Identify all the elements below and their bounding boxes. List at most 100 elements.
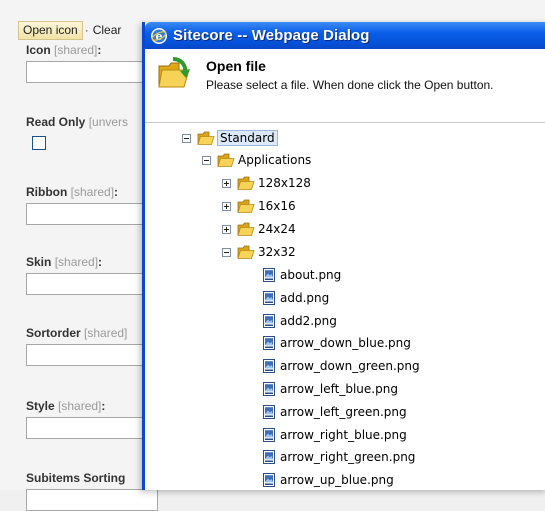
- icon-field-toolbar: Open icon · Clear: [18, 20, 121, 40]
- webpage-dialog: e Sitecore -- Webpage Dialog Open file P…: [142, 22, 545, 490]
- field-label: Read Only [unvers: [26, 115, 128, 129]
- image-file-icon: [263, 313, 275, 328]
- field-scope: [shared]: [70, 185, 115, 199]
- field-name: Sortorder: [26, 326, 81, 340]
- tree-node-label[interactable]: 24x24: [258, 222, 296, 236]
- image-file-icon: [263, 450, 275, 465]
- field-colon: :: [98, 255, 103, 269]
- tree-node-file[interactable]: arrow_down_blue.png: [262, 333, 411, 353]
- field-scope: [unvers: [88, 115, 129, 129]
- image-file-icon: [263, 336, 275, 351]
- tree-node-folder[interactable]: 16x16: [222, 196, 296, 216]
- field-input[interactable]: [26, 344, 158, 366]
- field-name: Style: [26, 399, 55, 413]
- tree-node-file[interactable]: arrow_left_green.png: [262, 402, 407, 422]
- tree-node-applications[interactable]: Applications: [202, 150, 311, 170]
- dialog-heading: Open file: [206, 58, 266, 74]
- read-only-checkbox[interactable]: [32, 136, 46, 150]
- open-folder-icon: [157, 57, 191, 91]
- file-name[interactable]: arrow_up_blue.png: [280, 473, 394, 487]
- image-file-icon: [263, 290, 275, 305]
- dialog-instructions: Please select a file. When done click th…: [206, 78, 494, 92]
- tree-node-folder[interactable]: 128x128: [222, 173, 311, 193]
- field-input[interactable]: [26, 273, 158, 295]
- tree-node-label[interactable]: 128x128: [258, 176, 311, 190]
- file-name[interactable]: add.png: [280, 291, 329, 305]
- collapse-toggle[interactable]: [202, 155, 211, 165]
- tree-node-file[interactable]: add.png: [262, 288, 329, 308]
- field-colon: :: [114, 185, 119, 199]
- folder-icon: [237, 199, 255, 213]
- image-file-icon: [263, 359, 275, 374]
- image-file-icon: [263, 473, 275, 488]
- file-name[interactable]: add2.png: [280, 314, 337, 328]
- tree-node-file[interactable]: arrow_right_blue.png: [262, 425, 407, 445]
- tree-node-file[interactable]: arrow_up_blue.png: [262, 470, 394, 490]
- field-colon: :: [101, 399, 106, 413]
- file-name[interactable]: arrow_down_green.png: [280, 359, 420, 373]
- open-icon-button[interactable]: Open icon: [18, 20, 83, 40]
- dialog-title: Sitecore -- Webpage Dialog: [173, 27, 370, 44]
- tree-node-folder[interactable]: 32x32: [222, 242, 296, 262]
- editor-field: Style [shared]:: [26, 399, 158, 439]
- collapse-toggle[interactable]: [222, 247, 231, 257]
- tree-node-file[interactable]: arrow_left_blue.png: [262, 379, 398, 399]
- field-input[interactable]: [26, 417, 158, 439]
- field-name: Icon: [26, 43, 51, 57]
- field-input[interactable]: [26, 61, 158, 83]
- image-file-icon: [263, 404, 275, 419]
- image-file-icon: [263, 268, 275, 282]
- file-name[interactable]: arrow_right_blue.png: [280, 428, 407, 442]
- file-name[interactable]: about.png: [280, 268, 341, 282]
- editor-field: Icon [shared]:: [26, 43, 158, 83]
- editor-field: Read Only [unvers: [26, 115, 128, 150]
- field-label: Skin [shared]:: [26, 255, 102, 269]
- field-label: Icon [shared]:: [26, 43, 101, 57]
- tree-node-file[interactable]: arrow_down_green.png: [262, 356, 420, 376]
- tree-node-file[interactable]: arrow_right_green.png: [262, 447, 415, 467]
- tree-node-label[interactable]: 32x32: [258, 245, 296, 259]
- field-input[interactable]: [26, 489, 158, 511]
- field-name: Ribbon: [26, 185, 68, 199]
- field-label: Ribbon [shared]:: [26, 185, 118, 199]
- field-label: Subitems Sorting: [26, 471, 125, 485]
- file-name[interactable]: arrow_left_green.png: [280, 405, 407, 419]
- image-file-icon: [263, 427, 275, 442]
- editor-field: Skin [shared]:: [26, 255, 158, 295]
- field-scope: [shared]: [54, 43, 98, 57]
- folder-icon: [237, 222, 255, 236]
- clear-button[interactable]: Clear: [93, 23, 122, 37]
- folder-icon: [237, 176, 255, 190]
- editor-field: Ribbon [shared]:: [26, 185, 158, 225]
- tree-node-label[interactable]: 16x16: [258, 199, 296, 213]
- expand-toggle[interactable]: [222, 224, 231, 234]
- field-label: Sortorder [shared]: [26, 326, 127, 340]
- tree-node-file[interactable]: about.png: [262, 265, 341, 285]
- tree-node-label[interactable]: Standard: [217, 130, 278, 146]
- field-name: Read Only: [26, 115, 86, 129]
- field-input[interactable]: [26, 203, 158, 225]
- image-file-icon: [263, 382, 275, 396]
- tree-node-folder[interactable]: 24x24: [222, 219, 296, 239]
- folder-icon: [217, 153, 235, 167]
- tree-node-file[interactable]: add2.png: [262, 311, 337, 331]
- file-name[interactable]: arrow_left_blue.png: [280, 382, 398, 396]
- field-name: Subitems Sorting: [26, 471, 126, 485]
- editor-field: Sortorder [shared]: [26, 326, 158, 366]
- tree-node-standard[interactable]: Standard: [182, 128, 278, 148]
- file-tree: Standard Applications 128x128 16x16 24x24 32x…: [145, 123, 545, 490]
- file-name[interactable]: arrow_right_green.png: [280, 450, 415, 464]
- expand-toggle[interactable]: [222, 178, 231, 188]
- dialog-titlebar[interactable]: e Sitecore -- Webpage Dialog: [145, 22, 545, 49]
- toolbar-separator: ·: [84, 23, 89, 37]
- field-colon: :: [97, 43, 102, 57]
- expand-toggle[interactable]: [222, 201, 231, 211]
- collapse-toggle[interactable]: [182, 133, 191, 143]
- tree-node-label[interactable]: Applications: [238, 153, 311, 167]
- field-scope: [shared]: [54, 255, 99, 269]
- file-name[interactable]: arrow_down_blue.png: [280, 336, 411, 350]
- editor-field: Subitems Sorting: [26, 471, 158, 511]
- field-name: Skin: [26, 255, 52, 269]
- internet-explorer-icon: e: [151, 27, 167, 44]
- folder-icon: [237, 245, 255, 259]
